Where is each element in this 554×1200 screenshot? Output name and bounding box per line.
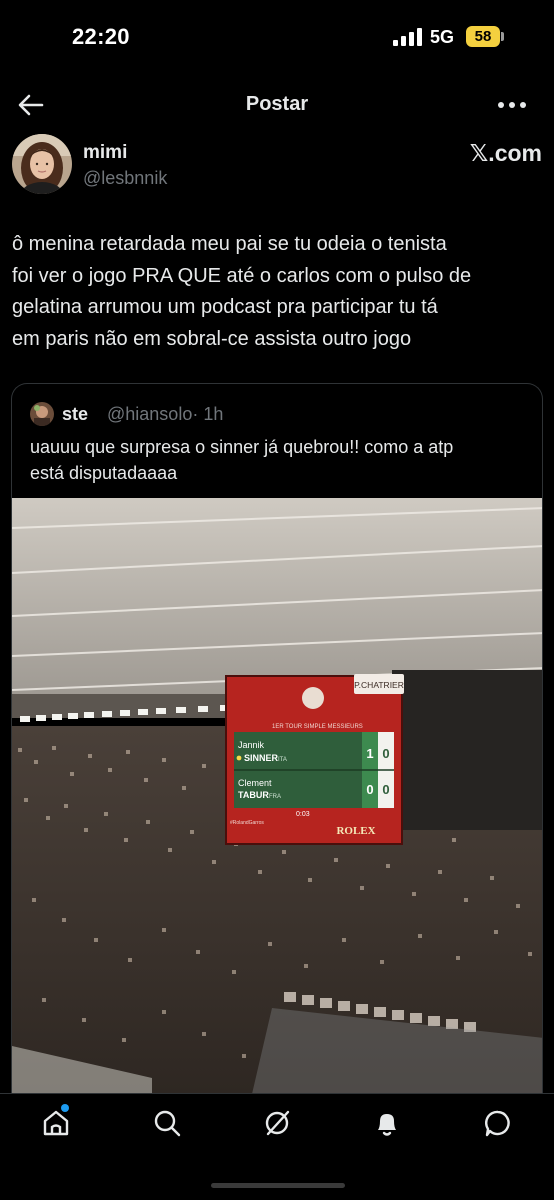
search-icon (154, 1110, 181, 1137)
quoted-post-text: uauuu que surpresa o sinner já quebrou!!… (30, 437, 454, 483)
tab-home[interactable] (41, 1104, 71, 1138)
event-label: 1ER TOUR SIMPLE MESSIEURS (272, 724, 363, 730)
battery-tip (501, 32, 504, 41)
player2-sets: 0 (366, 782, 373, 797)
roland-garros-logo (302, 687, 324, 709)
author-name[interactable]: mimi (83, 142, 127, 164)
sponsor-label: ROLEX (336, 825, 375, 837)
page-title: Postar (245, 93, 309, 115)
grok-icon (265, 1110, 290, 1136)
tribune-structure (392, 670, 542, 830)
player1-first: Jannik (238, 740, 265, 750)
court-sign: P.CHATRIER (354, 680, 404, 690)
top-bar: Postar (0, 76, 554, 132)
tab-notifications[interactable] (372, 1108, 402, 1138)
avatar-image (12, 134, 72, 194)
quoted-author-meta: @hiansolo· 1h (107, 404, 223, 425)
more-horizontal-icon (498, 102, 526, 108)
quoted-author-name: ste (62, 404, 89, 424)
player2-games: 0 (382, 782, 389, 797)
player2-first: Clement (238, 778, 272, 788)
serve-indicator (236, 755, 242, 761)
player2-country: FRA (269, 794, 281, 800)
stadium-photo[interactable]: P.CHATRIER 1ER TOUR SIMPLE MESSIEURS Jan… (12, 498, 543, 1093)
quoted-post[interactable]: ste @hiansolo· 1h uauuu que surpresa o s… (11, 383, 543, 1093)
tab-search[interactable] (152, 1108, 182, 1138)
battery-icon: 58 (466, 26, 500, 47)
notifications-icon (378, 1114, 396, 1136)
hashtag: #RolandGarros (230, 820, 264, 826)
quoted-post-header: ste @hiansolo· 1h (30, 402, 510, 428)
home-indicator (211, 1183, 345, 1188)
player1-sets: 1 (366, 746, 373, 761)
quoted-avatar (30, 402, 54, 426)
quoted-author-handle: @hiansolo (107, 404, 193, 424)
home-notification-dot (61, 1104, 69, 1112)
player1-last: SINNER (244, 753, 279, 763)
quoted-avatar-image (30, 402, 54, 426)
more-button[interactable] (494, 90, 530, 120)
x-watermark: 𝕏.com (469, 140, 542, 166)
player1-country: ITA (278, 757, 287, 763)
network-label: 5G (430, 27, 455, 47)
tab-grok[interactable] (262, 1108, 292, 1138)
player1-games: 0 (382, 746, 389, 761)
post-author: mimi @lesbnnik 𝕏.com (12, 134, 542, 196)
status-bar: 22:20 5G 58 (0, 0, 554, 76)
status-time: 22:20 (72, 24, 130, 49)
author-handle[interactable]: @lesbnnik (83, 168, 167, 189)
match-clock: 0:03 (296, 811, 310, 818)
home-icon (43, 1110, 69, 1136)
messages-icon (485, 1110, 510, 1137)
tab-messages[interactable] (483, 1108, 513, 1138)
post-text: ô menina retardada meu pai se tu odeia o… (12, 233, 472, 350)
player2-last: TABUR (238, 790, 269, 800)
signal-icon (393, 28, 422, 46)
avatar[interactable] (12, 134, 72, 194)
quoted-post-time: · 1h (192, 404, 224, 424)
scoreboard: P.CHATRIER 1ER TOUR SIMPLE MESSIEURS Jan… (225, 674, 404, 845)
